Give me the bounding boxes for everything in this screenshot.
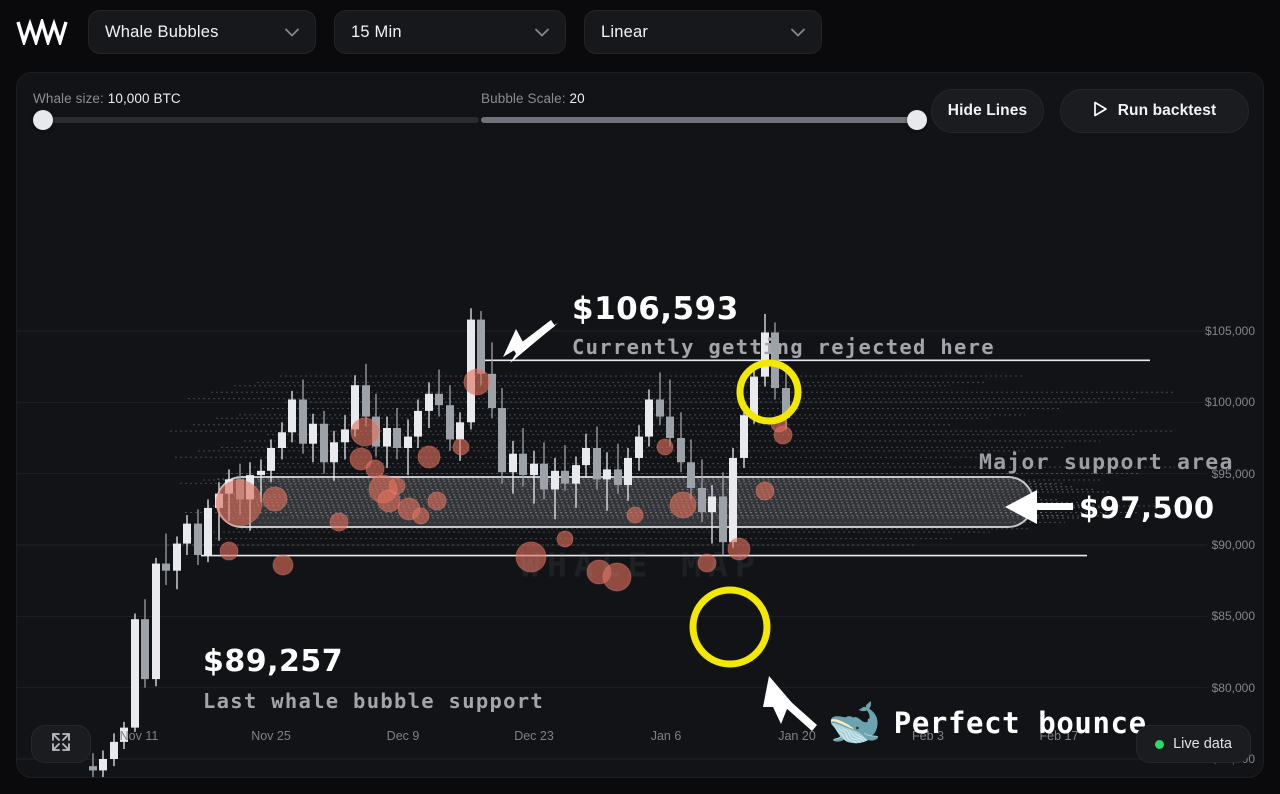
- chart-watermark: WHALE MAP: [520, 545, 762, 585]
- live-status-dot-icon: [1155, 739, 1165, 749]
- chevron-down-icon: [285, 28, 299, 37]
- y-axis-tick: $90,000: [1211, 538, 1255, 552]
- x-axis-tick: Feb 17: [1039, 729, 1079, 743]
- y-axis-tick: $100,000: [1204, 395, 1255, 410]
- x-axis-tick: Feb 3: [912, 729, 944, 743]
- whale-size-value: 10,000 BTC: [107, 91, 181, 106]
- whale-bubbles-app: Whale Bubbles 15 Min Linear Whale size:: [0, 0, 1280, 794]
- live-data-badge[interactable]: Live data: [1136, 725, 1251, 763]
- bubble-scale-slider-fill: [481, 117, 927, 123]
- price-chart[interactable]: WHALE MAP $105,000 $100,000 $95,000 $90,000…: [17, 141, 1264, 778]
- play-triangle-icon: [1093, 101, 1108, 122]
- bubble-scale-slider[interactable]: [481, 110, 927, 130]
- hide-lines-label: Hide Lines: [947, 102, 1028, 119]
- whale-size-caption: Whale size: 10,000 BTC: [33, 91, 479, 106]
- instrument-select-value: Whale Bubbles: [105, 22, 219, 41]
- hide-lines-button[interactable]: Hide Lines: [931, 89, 1044, 133]
- x-axis-tick: Jan 20: [778, 729, 816, 743]
- y-axis-tick: $80,000: [1211, 680, 1255, 695]
- chevron-down-icon: [791, 28, 805, 37]
- whale-size-slider[interactable]: [33, 110, 479, 130]
- chart-panel: Whale size: 10,000 BTC Bubble Scale: 20: [16, 72, 1264, 778]
- run-backtest-button[interactable]: Run backtest: [1060, 89, 1249, 133]
- whale-wave-logo-icon[interactable]: [14, 15, 70, 49]
- candlesticks: [89, 308, 790, 777]
- bubble-scale-slider-knob[interactable]: [907, 110, 927, 130]
- chevron-down-icon: [535, 28, 549, 37]
- scale-select[interactable]: Linear: [584, 10, 822, 54]
- x-axis-tick: Nov 25: [251, 729, 291, 743]
- scale-select-value: Linear: [601, 22, 649, 41]
- x-axis-tick: Dec 23: [514, 729, 554, 743]
- bubble-scale-control: Bubble Scale: 20: [481, 91, 927, 130]
- timeframe-select[interactable]: 15 Min: [334, 10, 566, 54]
- x-axis-tick: Nov 11: [119, 729, 159, 743]
- timeframe-select-value: 15 Min: [351, 22, 402, 41]
- y-axis-tick: $85,000: [1211, 609, 1255, 624]
- expand-fullscreen-button[interactable]: [31, 725, 91, 763]
- whale-size-slider-knob[interactable]: [33, 110, 53, 130]
- whale-size-label: Whale size:: [33, 91, 104, 106]
- expand-arrows-icon: [51, 732, 71, 757]
- x-axis-tick: Dec 9: [386, 729, 420, 743]
- whale-size-control: Whale size: 10,000 BTC: [33, 91, 479, 130]
- x-axis-tick: Jan 6: [650, 729, 682, 743]
- bubble-scale-value: 20: [569, 91, 585, 106]
- chart-canvas[interactable]: [17, 141, 1264, 778]
- instrument-select[interactable]: Whale Bubbles: [88, 10, 316, 54]
- y-axis-tick: $95,000: [1211, 466, 1255, 481]
- bubble-scale-caption: Bubble Scale: 20: [481, 91, 927, 106]
- y-axis-tick: $105,000: [1204, 324, 1255, 338]
- top-toolbar: Whale Bubbles 15 Min Linear: [0, 0, 1280, 64]
- run-backtest-label: Run backtest: [1117, 102, 1217, 119]
- bubble-scale-label: Bubble Scale:: [481, 91, 566, 106]
- live-data-label: Live data: [1173, 736, 1232, 752]
- chart-controls: Whale size: 10,000 BTC Bubble Scale: 20: [17, 73, 1263, 141]
